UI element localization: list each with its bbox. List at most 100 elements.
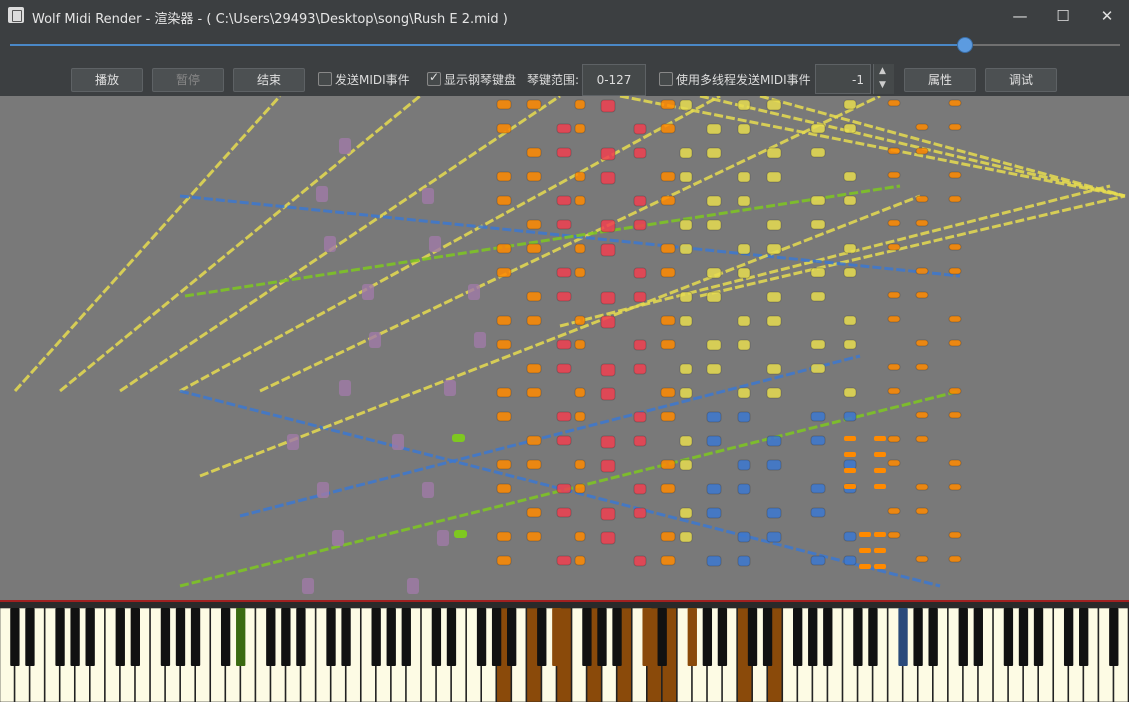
debug-button[interactable]: 调试 [985, 68, 1057, 92]
note-block [574, 483, 586, 494]
note-block [600, 171, 616, 185]
note-block [496, 459, 512, 470]
note-block [679, 531, 693, 543]
note-block [660, 99, 676, 110]
black-key [552, 608, 562, 666]
note-block [429, 236, 441, 252]
note-block [859, 548, 871, 553]
note-block [679, 363, 693, 375]
note-block [706, 363, 722, 375]
note-block [526, 147, 542, 158]
title-bar: Wolf Midi Render - 渲染器 - ( C:\Users\2949… [0, 0, 1129, 32]
note-block [887, 243, 901, 251]
note-block [526, 507, 542, 518]
note-block [526, 99, 542, 110]
falling-notes [13, 96, 1126, 594]
properties-button[interactable]: 属性 [904, 68, 976, 92]
black-key [55, 608, 65, 666]
note-block [915, 291, 929, 299]
note-block [843, 171, 857, 182]
multithread-checkbox[interactable] [659, 72, 673, 86]
piano-keyboard[interactable] [0, 608, 1129, 702]
note-block [844, 452, 856, 457]
progress-slider-thumb[interactable] [956, 37, 973, 53]
note-block [496, 267, 512, 278]
note-block [948, 123, 962, 131]
note-block [915, 483, 929, 491]
black-key [190, 608, 201, 666]
thread-count-spinner[interactable]: ▲ ▼ [873, 64, 894, 94]
black-key [868, 608, 878, 666]
note-block [526, 531, 542, 542]
note-block [679, 99, 693, 111]
note-block [600, 531, 616, 545]
note-block [574, 123, 586, 134]
play-button[interactable]: 播放 [71, 68, 143, 92]
note-stream [619, 96, 1126, 198]
black-key [130, 608, 140, 666]
note-block [706, 147, 722, 159]
pause-button[interactable]: 暂停 [152, 68, 224, 92]
note-block [737, 267, 751, 279]
show-piano-checkbox[interactable] [427, 70, 441, 86]
black-key [1109, 608, 1119, 666]
note-block [915, 339, 929, 347]
note-block [766, 531, 782, 543]
black-key [612, 608, 622, 666]
black-key [702, 608, 713, 666]
note-block [948, 171, 962, 179]
note-block [556, 483, 572, 494]
note-block [633, 483, 647, 495]
note-block [737, 483, 751, 495]
note-block [496, 195, 512, 206]
note-block [766, 387, 782, 399]
note-block [496, 123, 512, 134]
send-midi-checkbox[interactable] [318, 72, 332, 86]
note-block [660, 387, 676, 398]
progress-slider[interactable] [10, 37, 1120, 53]
chevron-down-icon[interactable]: ▼ [879, 80, 886, 90]
note-block [887, 291, 901, 299]
note-block [526, 363, 542, 374]
stop-button[interactable]: 结束 [233, 68, 305, 92]
note-block [287, 434, 299, 450]
note-block [633, 555, 647, 567]
piano-keys[interactable] [0, 608, 1129, 702]
chevron-up-icon[interactable]: ▲ [879, 66, 886, 76]
note-block [948, 411, 962, 419]
note-block [633, 507, 647, 519]
note-block [887, 387, 901, 395]
note-block [496, 387, 512, 398]
note-block [948, 483, 962, 491]
note-block [706, 291, 722, 303]
key-range-input[interactable]: 0-127 [582, 64, 646, 96]
note-block [843, 99, 857, 110]
note-block [660, 483, 676, 494]
note-block [332, 530, 344, 546]
note-block [915, 507, 929, 515]
note-block [915, 219, 929, 227]
note-block [496, 171, 512, 182]
note-block [660, 315, 676, 326]
note-block [706, 435, 722, 447]
note-block [574, 99, 586, 110]
thread-count-input[interactable]: -1 [815, 64, 871, 94]
note-block [574, 243, 586, 254]
minimize-button[interactable]: — [997, 0, 1043, 32]
note-block [422, 188, 434, 204]
black-key [10, 608, 20, 666]
midi-render-canvas [0, 96, 1129, 600]
note-block [468, 284, 480, 300]
note-block [887, 507, 901, 515]
note-stream [239, 354, 861, 518]
note-block [766, 147, 782, 159]
note-block [948, 99, 962, 107]
note-block [679, 435, 693, 447]
black-key [537, 608, 547, 666]
maximize-button[interactable]: ☐ [1040, 0, 1086, 32]
note-block [679, 291, 693, 303]
close-button[interactable]: ✕ [1084, 0, 1129, 32]
note-block [556, 555, 572, 566]
note-block [766, 507, 782, 519]
note-block [574, 387, 586, 398]
